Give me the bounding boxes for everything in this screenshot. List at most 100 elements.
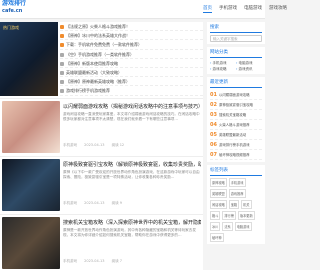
top-list-item[interactable]: 英雄联盟最新活动（大致攻略） bbox=[60, 68, 203, 78]
top-list-text[interactable]: 【原神】新版本使用推荐攻略 bbox=[66, 61, 118, 66]
latest-item[interactable]: 01 以闪耀弱面游戏攻略 bbox=[210, 90, 262, 100]
category-link[interactable]: 游戏攻略 bbox=[210, 66, 236, 72]
article-excerpt: 游戏闲话攻略一直深受玩家喜爱，本文将介绍弱面游戏闲话攻略的技巧。在闲话攻略中很多… bbox=[63, 112, 200, 122]
article-card[interactable]: 以闪耀弱面游戏攻略（揭秘游戏闲话攻略中的注意事项与技巧） 游戏闲话攻略一直深受玩… bbox=[0, 98, 203, 154]
top-list-text[interactable]: 【原神】原神最新英雄攻略（推荐） bbox=[66, 79, 130, 84]
site-logo[interactable]: 游戏排行 cafe.cn bbox=[2, 1, 26, 14]
latest-link[interactable]: 破坏神攻略视频推荐 bbox=[219, 152, 262, 157]
latest-link[interactable]: 以闪耀弱面游戏攻略 bbox=[219, 92, 262, 97]
latest-item[interactable]: 03 搜索机关宝箱攻略 bbox=[210, 110, 262, 120]
top-list: 【法规之原】火柴人格斗游戏推荐！ 【原神】冰川中的法系英雄大作战！ 下载：手机软… bbox=[60, 22, 203, 96]
top-list-text[interactable]: 游戏排行榜手机游戏推荐 bbox=[66, 88, 110, 93]
latest-link[interactable]: 游戏排行榜手机游戏 bbox=[219, 142, 262, 147]
latest-rank: 06 bbox=[210, 141, 217, 148]
category-widget: 网站分类 手机游戏 电脑游戏 游戏攻略 游戏资讯 bbox=[207, 47, 265, 74]
top-list-text[interactable]: 【法规之原】火柴人格斗游戏推荐！ bbox=[66, 24, 130, 29]
tag-link[interactable]: 版本更新 bbox=[237, 211, 255, 220]
category-widget-title: 网站分类 bbox=[210, 49, 262, 58]
latest-widget-title: 最近更新 bbox=[210, 79, 262, 88]
featured-slide-image[interactable]: 热门游戏 bbox=[0, 22, 58, 96]
tag-link[interactable]: 手机游戏 bbox=[228, 178, 246, 187]
latest-rank: 01 bbox=[210, 91, 217, 98]
article-card[interactable]: 搜索机关宝箱攻略（深入探索原神世界中的机关宝箱，解开隐藏谜题） 原神是一款开放世… bbox=[0, 214, 203, 270]
latest-link[interactable]: 英雄联盟最新活动 bbox=[219, 132, 262, 137]
tag-link[interactable]: 法系 bbox=[222, 222, 233, 231]
latest-item[interactable]: 02 原神极致宴驱引宝攻略 bbox=[210, 100, 262, 110]
tag-link[interactable]: 电脑游戏 bbox=[234, 222, 252, 231]
article-title[interactable]: 原神极致宴驱引宝攻略（解锁原神极致宴驱，收集珍贵奖励，助你成为… bbox=[63, 161, 201, 168]
article-views: 阅读 9 bbox=[111, 201, 122, 205]
slide-tag: 热门游戏 bbox=[3, 25, 19, 30]
sidebar: 搜索 输入关键字搜索 网站分类 手机游戏 电脑游戏 游戏攻略 游戏资讯 最近更新… bbox=[207, 22, 265, 270]
latest-item[interactable]: 07 破坏神攻略视频推荐 bbox=[210, 150, 262, 160]
tag-cloud: 原神攻略 手机游戏 英雄联盟 游戏推荐 闲话攻略 宝箱 机关 格斗 排行榜 版本… bbox=[210, 178, 262, 242]
top-list-item[interactable]: 【法规之原】火柴人格斗游戏推荐！ bbox=[60, 22, 203, 32]
list-bullet-icon bbox=[60, 34, 64, 39]
nav-game-guides[interactable]: 游戏攻略 bbox=[269, 5, 287, 13]
top-list-item[interactable]: 下载：手机软件免费免费（一款软件推荐） bbox=[60, 40, 203, 50]
tag-link[interactable]: 原神攻略 bbox=[210, 178, 227, 187]
article-card[interactable]: 原神极致宴驱引宝攻略（解锁原神极致宴驱，收集珍贵奖励，助你成为… 原神《以下中一… bbox=[0, 156, 203, 212]
article-views: 阅读 7 bbox=[111, 259, 122, 263]
top-list-text[interactable]: 英雄联盟最新活动（大致攻略） bbox=[66, 70, 122, 75]
latest-item[interactable]: 04 火柴人格斗游戏推荐 bbox=[210, 120, 262, 130]
latest-rank: 02 bbox=[210, 101, 217, 108]
tag-link[interactable]: 宝箱 bbox=[228, 200, 240, 209]
latest-widget: 最近更新 01 以闪耀弱面游戏攻略 02 原神极致宴驱引宝攻略 03 搜索机关宝箱攻略… bbox=[207, 77, 265, 162]
latest-item[interactable]: 05 英雄联盟最新活动 bbox=[210, 130, 262, 140]
top-list-item[interactable]: 【原神】冰川中的法系英雄大作战！ bbox=[60, 31, 203, 41]
top-list-text[interactable]: 下载：手机软件免费免费（一款软件推荐） bbox=[66, 42, 142, 47]
article-excerpt: 原神是一款开放世界动作角色扮演游戏，其中有各种隐藏的宝箱和机关等待玩家去发现，本… bbox=[63, 228, 196, 238]
tag-link[interactable]: 冰川 bbox=[210, 222, 221, 231]
latest-item[interactable]: 06 游戏排行榜手机游戏 bbox=[210, 140, 262, 150]
article-category[interactable]: 手机游戏 bbox=[63, 259, 77, 263]
list-bullet-icon bbox=[60, 25, 64, 29]
article-excerpt: 原神《以下中一款广受欢迎的开放世界动作角色扮演游戏，在这款游戏中玩家可以自由探索… bbox=[63, 170, 200, 180]
main-content: 热门游戏 【法规之原】火柴人格斗游戏推荐！ 【原神】冰川中的法系英雄大作战！ 下… bbox=[0, 22, 203, 270]
list-bullet-icon bbox=[60, 61, 64, 66]
top-list-item[interactable]: 游戏排行榜手机游戏推荐 bbox=[60, 86, 203, 96]
tag-link[interactable]: 排行榜 bbox=[222, 211, 236, 220]
article-date: 2023-04-13 bbox=[84, 201, 105, 205]
tag-link[interactable]: 格斗 bbox=[210, 211, 221, 220]
top-list-text[interactable]: 【原神】冰川中的法系英雄大作战！ bbox=[66, 33, 130, 38]
top-bar: 游戏排行 cafe.cn 首页 手机游戏 电脑游戏 游戏攻略 bbox=[0, 0, 287, 19]
top-list-item[interactable]: 【原神】原神最新英雄攻略（推荐） bbox=[60, 77, 203, 87]
latest-rank: 03 bbox=[210, 111, 217, 118]
search-widget: 搜索 输入关键字搜索 bbox=[207, 22, 265, 44]
list-bullet-icon bbox=[60, 70, 64, 75]
top-list-item[interactable]: 《空》手机游戏推荐（一类软件推荐） bbox=[60, 50, 203, 59]
search-widget-title: 搜索 bbox=[210, 24, 262, 33]
logo-title[interactable]: 游戏排行 bbox=[2, 1, 26, 7]
list-bullet-icon bbox=[60, 43, 64, 48]
article-date: 2023-04-13 bbox=[84, 143, 105, 147]
article-thumbnail[interactable] bbox=[2, 217, 60, 269]
logo-domain[interactable]: cafe.cn bbox=[2, 9, 26, 14]
article-category[interactable]: 手机游戏 bbox=[63, 143, 77, 147]
tag-link[interactable]: 破坏神 bbox=[210, 233, 224, 242]
latest-link[interactable]: 火柴人格斗游戏推荐 bbox=[219, 122, 262, 127]
latest-rank: 05 bbox=[210, 131, 217, 138]
tag-link[interactable]: 英雄联盟 bbox=[210, 189, 227, 198]
list-bullet-icon bbox=[60, 89, 64, 94]
tag-link[interactable]: 游戏推荐 bbox=[228, 189, 246, 198]
tag-link[interactable]: 机关 bbox=[241, 200, 252, 209]
latest-link[interactable]: 原神极致宴驱引宝攻略 bbox=[219, 102, 262, 107]
nav-mobile-games[interactable]: 手机游戏 bbox=[219, 5, 237, 13]
nav-pc-games[interactable]: 电脑游戏 bbox=[244, 5, 262, 13]
top-list-text[interactable]: 《空》手机游戏推荐（一类软件推荐） bbox=[66, 52, 134, 57]
nav-home[interactable]: 首页 bbox=[203, 5, 212, 13]
tag-link[interactable]: 闲话攻略 bbox=[210, 200, 227, 209]
article-title[interactable]: 以闪耀弱面游戏攻略（揭秘游戏闲话攻略中的注意事项与技巧） bbox=[63, 103, 201, 110]
category-link[interactable]: 游戏资讯 bbox=[236, 66, 262, 72]
top-list-item[interactable]: 【原神】新版本使用推荐攻略 bbox=[60, 59, 203, 68]
article-title[interactable]: 搜索机关宝箱攻略（深入探索原神世界中的机关宝箱，解开隐藏谜题） bbox=[63, 219, 201, 226]
search-input[interactable]: 输入关键字搜索 bbox=[210, 35, 262, 42]
article-thumbnail[interactable] bbox=[2, 159, 60, 211]
tags-widget-title: 标签列表 bbox=[210, 167, 262, 176]
latest-link[interactable]: 搜索机关宝箱攻略 bbox=[219, 112, 262, 117]
article-meta: 手机游戏 2023-04-13 阅读 9 bbox=[63, 201, 128, 206]
article-category[interactable]: 手机游戏 bbox=[63, 201, 77, 205]
article-meta: 手机游戏 2023-04-13 阅读 7 bbox=[63, 259, 128, 264]
article-thumbnail[interactable] bbox=[2, 101, 60, 153]
